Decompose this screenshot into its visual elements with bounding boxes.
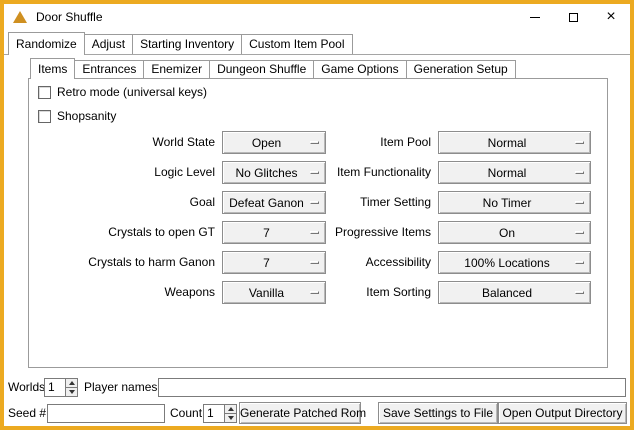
dropdown-indicator-icon [575,231,584,234]
seed-label: Seed # [8,403,46,423]
retro-mode-checkbox[interactable] [38,86,51,99]
world-state-label: World State [29,131,215,154]
worlds-value: 1 [45,379,65,396]
up-arrow-icon [228,407,234,411]
dropdown-value: Normal [439,136,575,150]
dropdown-indicator-icon [575,141,584,144]
tab-starting-inventory[interactable]: Starting Inventory [132,34,242,54]
tab-adjust[interactable]: Adjust [84,34,133,54]
tab-custom-item-pool[interactable]: Custom Item Pool [241,34,352,54]
tab-randomize[interactable]: Randomize [8,32,85,55]
weapons-label: Weapons [29,281,215,304]
tab-enemizer[interactable]: Enemizer [143,60,210,78]
count-value: 1 [204,405,224,422]
crystals-open-gt-label: Crystals to open GT [29,221,215,244]
up-arrow-icon [69,381,75,385]
progressive-items-dropdown[interactable]: On [438,221,591,244]
player-names-input[interactable] [158,378,626,397]
inner-notebook: Items Entrances Enemizer Dungeon Shuffle… [28,58,608,368]
retro-mode-label: Retro mode (universal keys) [57,85,207,99]
outer-tabbar: Randomize Adjust Starting Inventory Cust… [8,31,352,54]
timer-setting-label: Timer Setting [245,191,431,214]
dropdown-value: Normal [439,166,575,180]
worlds-spin-down-button[interactable] [66,387,77,396]
shopsanity-label: Shopsanity [57,109,116,123]
dropdown-indicator-icon [575,291,584,294]
down-arrow-icon [228,416,234,420]
dropdown-value: No Timer [439,196,575,210]
goal-label: Goal [29,191,215,214]
minimize-button[interactable] [516,4,554,30]
count-label: Count [170,403,202,423]
shopsanity-checkbox[interactable] [38,110,51,123]
close-button[interactable]: × [592,4,630,30]
save-settings-button[interactable]: Save Settings to File [378,402,498,424]
maximize-button[interactable] [554,4,592,30]
generate-patched-rom-button[interactable]: Generate Patched Rom [239,402,361,424]
retro-mode-row[interactable]: Retro mode (universal keys) [38,84,207,100]
outer-notebook-divider [4,54,630,55]
dropdown-indicator-icon [575,201,584,204]
crystals-harm-ganon-label: Crystals to harm Ganon [29,251,215,274]
item-pool-label: Item Pool [245,131,431,154]
open-output-directory-button[interactable]: Open Output Directory [498,402,627,424]
maximize-icon [569,13,578,22]
item-functionality-label: Item Functionality [245,161,431,184]
worlds-spin-up-button[interactable] [66,379,77,387]
accessibility-label: Accessibility [245,251,431,274]
dropdown-value: On [439,226,575,240]
app-icon [13,11,27,23]
seed-input[interactable] [47,404,165,423]
shopsanity-row[interactable]: Shopsanity [38,108,116,124]
accessibility-dropdown[interactable]: 100% Locations [438,251,591,274]
dropdown-indicator-icon [575,261,584,264]
logic-level-label: Logic Level [29,161,215,184]
count-spin-down-button[interactable] [225,413,236,422]
worlds-spinner[interactable]: 1 [44,378,78,397]
player-names-label: Player names [84,377,157,397]
count-spin-up-button[interactable] [225,405,236,413]
item-pool-dropdown[interactable]: Normal [438,131,591,154]
window-title: Door Shuffle [36,10,103,24]
tab-entrances[interactable]: Entrances [74,60,144,78]
count-spinner[interactable]: 1 [203,404,237,423]
app-window: Door Shuffle × Randomize Adjust Starting… [0,0,634,430]
progressive-items-label: Progressive Items [245,221,431,244]
close-icon: × [606,9,615,25]
tab-dungeon-shuffle[interactable]: Dungeon Shuffle [209,60,314,78]
dropdown-value: 100% Locations [439,256,575,270]
count-spin-arrows [224,405,236,422]
item-sorting-label: Item Sorting [245,281,431,304]
items-pane: Retro mode (universal keys) Shopsanity W… [28,78,608,368]
tab-game-options[interactable]: Game Options [313,60,406,78]
dropdown-indicator-icon [575,171,584,174]
worlds-spin-arrows [65,379,77,396]
item-sorting-dropdown[interactable]: Balanced [438,281,591,304]
item-functionality-dropdown[interactable]: Normal [438,161,591,184]
titlebar: Door Shuffle × [4,4,630,30]
tab-items[interactable]: Items [30,58,75,79]
down-arrow-icon [69,390,75,394]
worlds-label: Worlds [8,377,45,397]
dropdown-value: Balanced [439,286,575,300]
inner-tabbar: Items Entrances Enemizer Dungeon Shuffle… [30,58,515,78]
minimize-icon [530,17,540,18]
tab-generation-setup[interactable]: Generation Setup [406,60,516,78]
timer-setting-dropdown[interactable]: No Timer [438,191,591,214]
window-controls: × [516,4,630,30]
